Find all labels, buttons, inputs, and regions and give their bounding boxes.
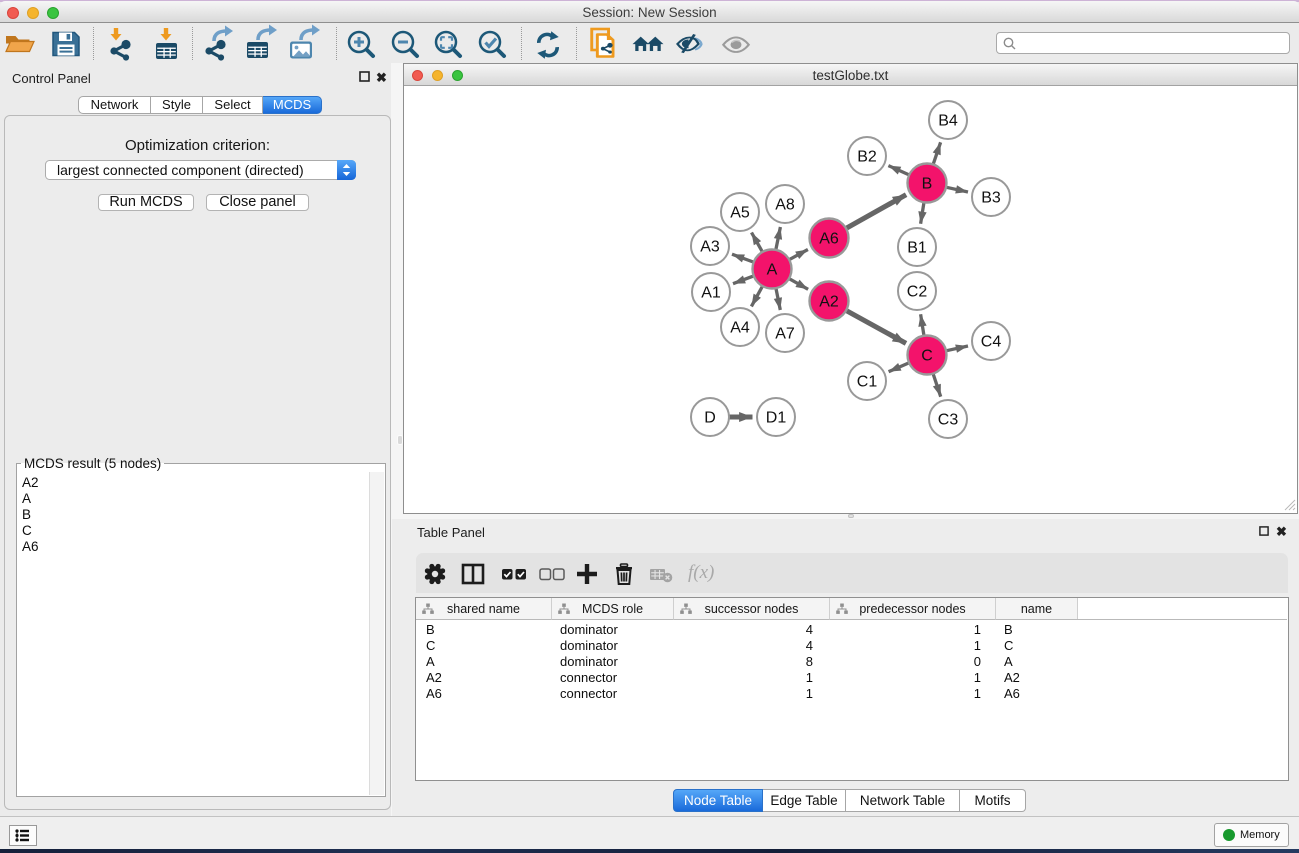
svg-text:A5: A5 [730,205,750,222]
svg-text:B1: B1 [907,240,927,257]
svg-text:B4: B4 [938,113,958,130]
svg-text:A8: A8 [775,197,795,214]
svg-text:A4: A4 [730,320,750,337]
svg-text:D1: D1 [766,410,787,427]
svg-text:C1: C1 [857,374,878,391]
svg-text:A7: A7 [775,326,795,343]
svg-text:A3: A3 [700,239,720,256]
svg-text:A2: A2 [819,294,839,311]
svg-text:C: C [921,348,933,365]
svg-text:B: B [922,176,933,193]
svg-text:D: D [704,410,716,427]
svg-text:A6: A6 [819,231,839,248]
svg-text:C4: C4 [981,334,1002,351]
svg-text:C2: C2 [907,284,928,301]
svg-text:A1: A1 [701,285,721,302]
svg-text:C3: C3 [938,412,959,429]
svg-text:B2: B2 [857,149,877,166]
svg-text:B3: B3 [981,190,1001,207]
svg-text:A: A [767,262,778,279]
